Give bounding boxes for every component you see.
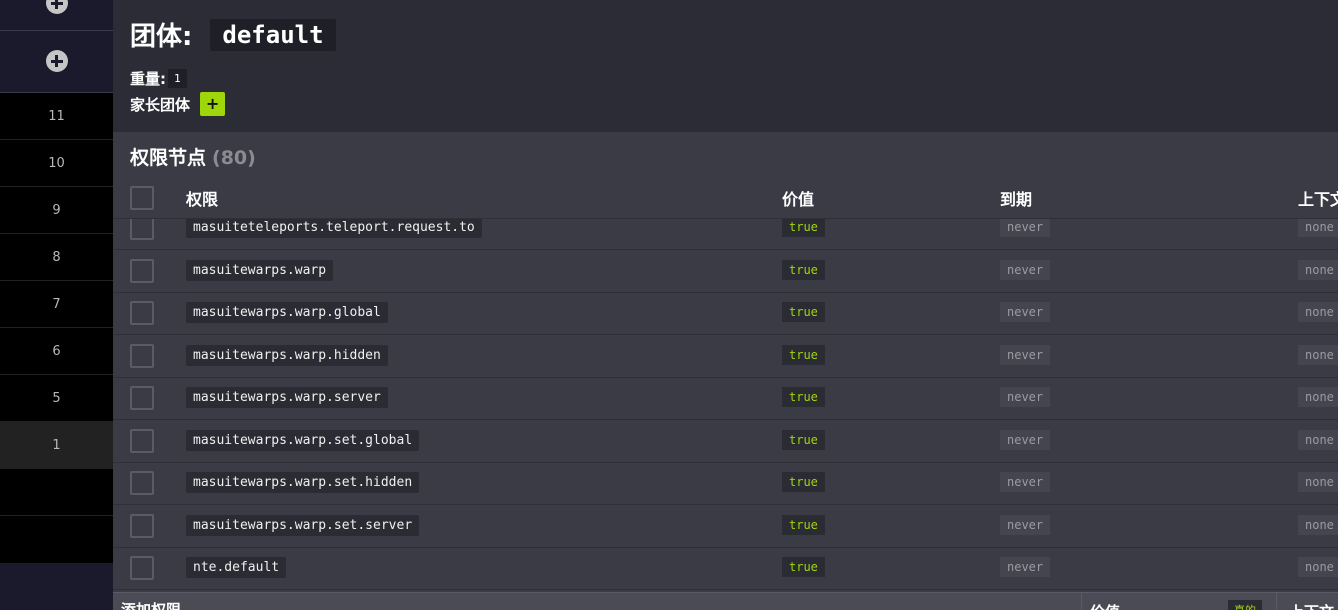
- row-checkbox[interactable]: [130, 514, 154, 538]
- sidebar-weight-list: 11 10 9 8 7 6 5 1: [0, 93, 113, 516]
- permission-value[interactable]: true: [782, 302, 825, 322]
- add-permission-label[interactable]: 添加权限: [121, 599, 181, 610]
- sidebar-item-weight[interactable]: 10: [0, 140, 113, 187]
- permission-expiry[interactable]: never: [1000, 345, 1051, 365]
- permission-count: (80): [212, 147, 256, 169]
- group-label: 团体:: [130, 22, 193, 52]
- table-row[interactable]: masuitewarps.warp.hidden true never none: [113, 335, 1338, 378]
- permission-expiry[interactable]: never: [1000, 387, 1051, 407]
- weight-label: 重量:: [130, 70, 166, 88]
- weight-value[interactable]: 1: [168, 69, 187, 88]
- add-parent-button[interactable]: +: [200, 92, 226, 116]
- table-row[interactable]: masuitewarps.warp.set.hidden true never …: [113, 462, 1338, 505]
- permission-value[interactable]: true: [782, 260, 825, 280]
- app-root: 11 10 9 8 7 6 5 1 团体: default 重量: 1 家长团体…: [0, 0, 1338, 610]
- group-weight-row: 重量: 1: [130, 68, 187, 89]
- permission-node[interactable]: masuitewarps.warp.set.hidden: [186, 472, 420, 493]
- sidebar: 11 10 9 8 7 6 5 1: [0, 0, 113, 610]
- parent-groups-label: 家长团体: [130, 95, 191, 114]
- plus-circle-icon: [45, 50, 68, 72]
- divider: [1276, 593, 1277, 610]
- sidebar-add-top[interactable]: [0, 0, 113, 31]
- sidebar-footer: [0, 563, 113, 610]
- sidebar-add-group-button[interactable]: [0, 31, 113, 93]
- row-checkbox[interactable]: [130, 219, 154, 240]
- permission-context[interactable]: none: [1298, 219, 1338, 237]
- group-name: default: [210, 18, 336, 51]
- table-row[interactable]: masuitewarps.warp.server true never none: [113, 377, 1338, 420]
- permission-expiry[interactable]: never: [1000, 515, 1051, 535]
- permission-node[interactable]: nte.default: [186, 557, 287, 578]
- row-checkbox[interactable]: [130, 259, 154, 283]
- parent-groups-row: 家长团体 +: [130, 92, 226, 116]
- permission-node[interactable]: masuitewarps.warp.set.server: [186, 515, 420, 536]
- permission-expiry[interactable]: never: [1000, 430, 1051, 450]
- permission-context[interactable]: none: [1298, 260, 1338, 280]
- sidebar-item-empty[interactable]: [0, 469, 113, 516]
- sidebar-item-weight[interactable]: 6: [0, 328, 113, 375]
- sidebar-item-weight[interactable]: 5: [0, 375, 113, 422]
- add-value-toggle[interactable]: 真的: [1228, 600, 1262, 610]
- permission-context[interactable]: none: [1298, 472, 1338, 492]
- sidebar-item-weight-active[interactable]: 1: [0, 422, 113, 469]
- select-all-checkbox[interactable]: [130, 186, 154, 210]
- table-row[interactable]: nte.default true never none: [113, 547, 1338, 590]
- permission-value[interactable]: true: [782, 472, 825, 492]
- permission-context[interactable]: none: [1298, 515, 1338, 535]
- row-checkbox[interactable]: [130, 556, 154, 580]
- main-panel: 团体: default 重量: 1 家长团体 + 权限节点 (80) 权限 价值 …: [113, 0, 1338, 610]
- column-header-permission[interactable]: 权限: [186, 186, 218, 210]
- permission-context[interactable]: none: [1298, 557, 1338, 577]
- permission-value[interactable]: true: [782, 387, 825, 407]
- row-checkbox[interactable]: [130, 429, 154, 453]
- permission-node[interactable]: masuitewarps.warp.set.global: [186, 430, 420, 451]
- plus-circle-icon: [45, 0, 68, 14]
- permission-node[interactable]: masuitewarps.warp.hidden: [186, 345, 388, 366]
- add-permission-bar: 添加权限 价值 真的 上下文: [113, 592, 1338, 610]
- permission-value[interactable]: true: [782, 515, 825, 535]
- permission-node[interactable]: masuitewarps.warp.global: [186, 302, 388, 323]
- permission-context[interactable]: none: [1298, 387, 1338, 407]
- column-header-expiry[interactable]: 到期: [1000, 186, 1032, 210]
- table-row[interactable]: masuitewarps.warp.set.server true never …: [113, 505, 1338, 548]
- sidebar-item-weight[interactable]: 8: [0, 234, 113, 281]
- permission-value[interactable]: true: [782, 430, 825, 450]
- permission-context[interactable]: none: [1298, 430, 1338, 450]
- table-row[interactable]: masuitewarps.warp.global true never none: [113, 292, 1338, 335]
- permission-nodes-section: 权限节点(80) 权限 价值 到期 上下文 masuiteteleports.t…: [113, 132, 1338, 592]
- sidebar-item-weight[interactable]: 9: [0, 187, 113, 234]
- permission-table-body: masuiteteleports.teleport.request.to tru…: [113, 218, 1338, 592]
- row-checkbox[interactable]: [130, 471, 154, 495]
- add-context-label: 上下文: [1289, 601, 1334, 610]
- permission-expiry[interactable]: never: [1000, 472, 1051, 492]
- permission-value[interactable]: true: [782, 557, 825, 577]
- column-header-context[interactable]: 上下文: [1298, 186, 1338, 210]
- permission-value[interactable]: true: [782, 345, 825, 365]
- permission-nodes-title: 权限节点 (80): [130, 143, 256, 170]
- divider: [1081, 593, 1082, 610]
- permission-expiry[interactable]: never: [1000, 302, 1051, 322]
- table-row[interactable]: masuiteteleports.teleport.request.to tru…: [113, 219, 1338, 250]
- permission-expiry[interactable]: never: [1000, 557, 1051, 577]
- row-checkbox[interactable]: [130, 301, 154, 325]
- permission-expiry[interactable]: never: [1000, 219, 1051, 237]
- permission-expiry[interactable]: never: [1000, 260, 1051, 280]
- table-row[interactable]: masuitewarps.warp true never none: [113, 250, 1338, 293]
- permission-node[interactable]: masuitewarps.warp: [186, 260, 334, 281]
- permission-context[interactable]: none: [1298, 302, 1338, 322]
- permission-context[interactable]: none: [1298, 345, 1338, 365]
- table-row[interactable]: masuitewarps.warp.set.global true never …: [113, 420, 1338, 463]
- add-value-label: 价值: [1090, 601, 1120, 610]
- permission-value[interactable]: true: [782, 219, 825, 237]
- row-checkbox[interactable]: [130, 386, 154, 410]
- row-checkbox[interactable]: [130, 344, 154, 368]
- group-title: 团体: default: [130, 16, 336, 53]
- permission-node[interactable]: masuiteteleports.teleport.request.to: [186, 219, 482, 238]
- column-header-value[interactable]: 价值: [782, 186, 814, 210]
- sidebar-item-weight[interactable]: 7: [0, 281, 113, 328]
- group-header: 团体: default 重量: 1 家长团体 +: [113, 0, 1338, 132]
- permission-node[interactable]: masuitewarps.warp.server: [186, 387, 388, 408]
- permission-title-text: 权限节点: [130, 147, 207, 169]
- sidebar-item-weight[interactable]: 11: [0, 93, 113, 140]
